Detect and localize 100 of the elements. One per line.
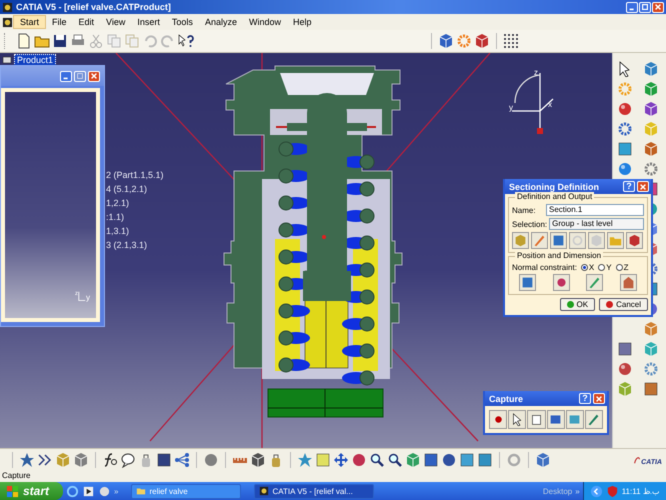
formula-icon[interactable] <box>102 452 118 468</box>
name-field[interactable]: Section.1 <box>546 204 644 216</box>
constraint-label: :1.1) <box>106 211 126 223</box>
cube-icon[interactable] <box>250 452 266 468</box>
menu-item[interactable]: View <box>100 16 132 28</box>
app-icon <box>2 2 13 12</box>
constraint-label: 2 (Part1.1,5.1) <box>106 169 164 181</box>
minimize-button[interactable] <box>626 2 638 12</box>
maximize-icon <box>76 72 84 80</box>
zoom-in-icon[interactable] <box>369 452 385 468</box>
constraint-label: 1,2.1) <box>106 197 130 209</box>
close-button[interactable] <box>637 181 649 192</box>
close-icon <box>639 182 647 190</box>
speech-bubble-icon[interactable] <box>120 452 136 468</box>
square-icon[interactable] <box>617 341 633 357</box>
close-button[interactable] <box>593 393 605 404</box>
menu-item[interactable]: Analyze <box>198 16 243 28</box>
radio-option[interactable]: Y <box>598 263 612 272</box>
menu-item[interactable]: Insert <box>131 16 166 28</box>
selection-field[interactable]: Group - last level <box>549 218 644 230</box>
grid-dots-icon[interactable] <box>503 33 519 49</box>
compass-drawing <box>511 72 554 134</box>
cube-icon[interactable] <box>438 33 454 49</box>
gear-icon[interactable] <box>643 161 659 177</box>
constraint-label: 4 (5.1,2.1) <box>106 183 148 195</box>
gear-icon[interactable] <box>617 121 633 137</box>
quick-launch-chevron[interactable]: » <box>114 486 118 496</box>
media-player-icon[interactable] <box>82 484 96 498</box>
product-icon <box>2 55 12 65</box>
dialog-title: Sectioning Definition <box>509 182 600 192</box>
tree-icon[interactable] <box>174 452 190 468</box>
taskbar-button[interactable]: CATIA V5 - [relief val... <box>254 484 374 498</box>
dialog-title: Capture <box>489 394 524 404</box>
new-file-icon[interactable] <box>16 33 32 49</box>
sphere-icon[interactable] <box>617 101 633 117</box>
app-icon <box>259 486 270 496</box>
cube-icon[interactable] <box>643 81 659 97</box>
close-icon <box>90 72 98 80</box>
sphere-icon[interactable] <box>617 361 633 377</box>
folder-icon[interactable] <box>607 232 624 249</box>
folder-icon <box>136 486 146 496</box>
axis-label: y <box>86 293 90 302</box>
close-icon <box>595 394 603 402</box>
constraint-label: 1,3.1) <box>106 225 130 237</box>
window-title: CATIA V5 - [relief valve.CATProduct] <box>16 2 171 12</box>
square-icon[interactable] <box>643 381 659 397</box>
field-label: Selection: <box>512 220 548 228</box>
menu-item[interactable]: Tools <box>166 16 199 28</box>
maximize-icon <box>641 3 649 11</box>
field-label: Name: <box>512 206 537 214</box>
cube-icon[interactable] <box>643 141 659 157</box>
close-button[interactable] <box>652 2 664 12</box>
close-icon <box>654 3 662 11</box>
start-button[interactable]: start <box>0 482 64 500</box>
gear-icon[interactable] <box>643 361 659 377</box>
house-icon[interactable] <box>620 274 637 291</box>
cube-icon[interactable] <box>626 232 643 249</box>
axis-label: x <box>548 100 552 109</box>
help-button[interactable]: ? <box>623 181 635 192</box>
star-icon[interactable] <box>19 452 35 468</box>
menu-item[interactable]: Window <box>242 16 287 28</box>
close-button[interactable] <box>88 70 100 82</box>
cube-icon[interactable] <box>643 61 659 77</box>
cube-icon[interactable] <box>73 452 89 468</box>
menu-item[interactable]: Start <box>13 15 46 29</box>
cube-icon[interactable] <box>474 33 490 49</box>
radio-option[interactable]: Z <box>616 263 628 272</box>
axis-icon <box>78 291 86 302</box>
windows-flag-icon <box>6 484 19 498</box>
menu-item[interactable]: File <box>46 16 73 28</box>
save-icon[interactable] <box>52 33 68 49</box>
group-title: Definition and Output <box>515 192 594 201</box>
app-icon <box>2 16 13 28</box>
ok-button[interactable]: OK <box>560 298 596 311</box>
tree-node[interactable]: Product1 <box>14 54 56 66</box>
chevron-icon[interactable] <box>37 452 53 468</box>
clock: 11:11 ب.ظ <box>622 486 660 496</box>
help-button[interactable]: ? <box>579 393 591 404</box>
axis-label: y <box>509 103 513 112</box>
move-arrows-icon[interactable] <box>333 452 349 468</box>
maximize-button[interactable] <box>74 70 86 82</box>
status-text: Capture <box>2 471 30 480</box>
radio-option[interactable]: X <box>580 263 594 272</box>
zoom-out-icon[interactable] <box>387 452 403 468</box>
field-label: Normal constraint: <box>512 263 577 272</box>
axis-label: z <box>534 68 538 77</box>
menu-item[interactable]: Help <box>286 16 318 28</box>
cursor-icon[interactable] <box>508 410 526 429</box>
minimize-button[interactable] <box>60 70 72 82</box>
square-icon[interactable] <box>617 141 633 157</box>
maximize-button[interactable] <box>639 2 651 12</box>
gear-icon[interactable] <box>456 33 472 49</box>
toolbar-chevron[interactable]: » <box>575 486 580 496</box>
cancel-button[interactable]: Cancel <box>599 298 648 311</box>
constraint-label: 3 (2.1,3.1) <box>106 239 148 251</box>
sphere-icon[interactable] <box>617 161 633 177</box>
record-icon[interactable] <box>489 410 508 429</box>
menu-item[interactable]: Edit <box>72 16 100 28</box>
help-cursor-icon[interactable] <box>178 33 194 49</box>
cube-icon[interactable] <box>643 101 659 117</box>
